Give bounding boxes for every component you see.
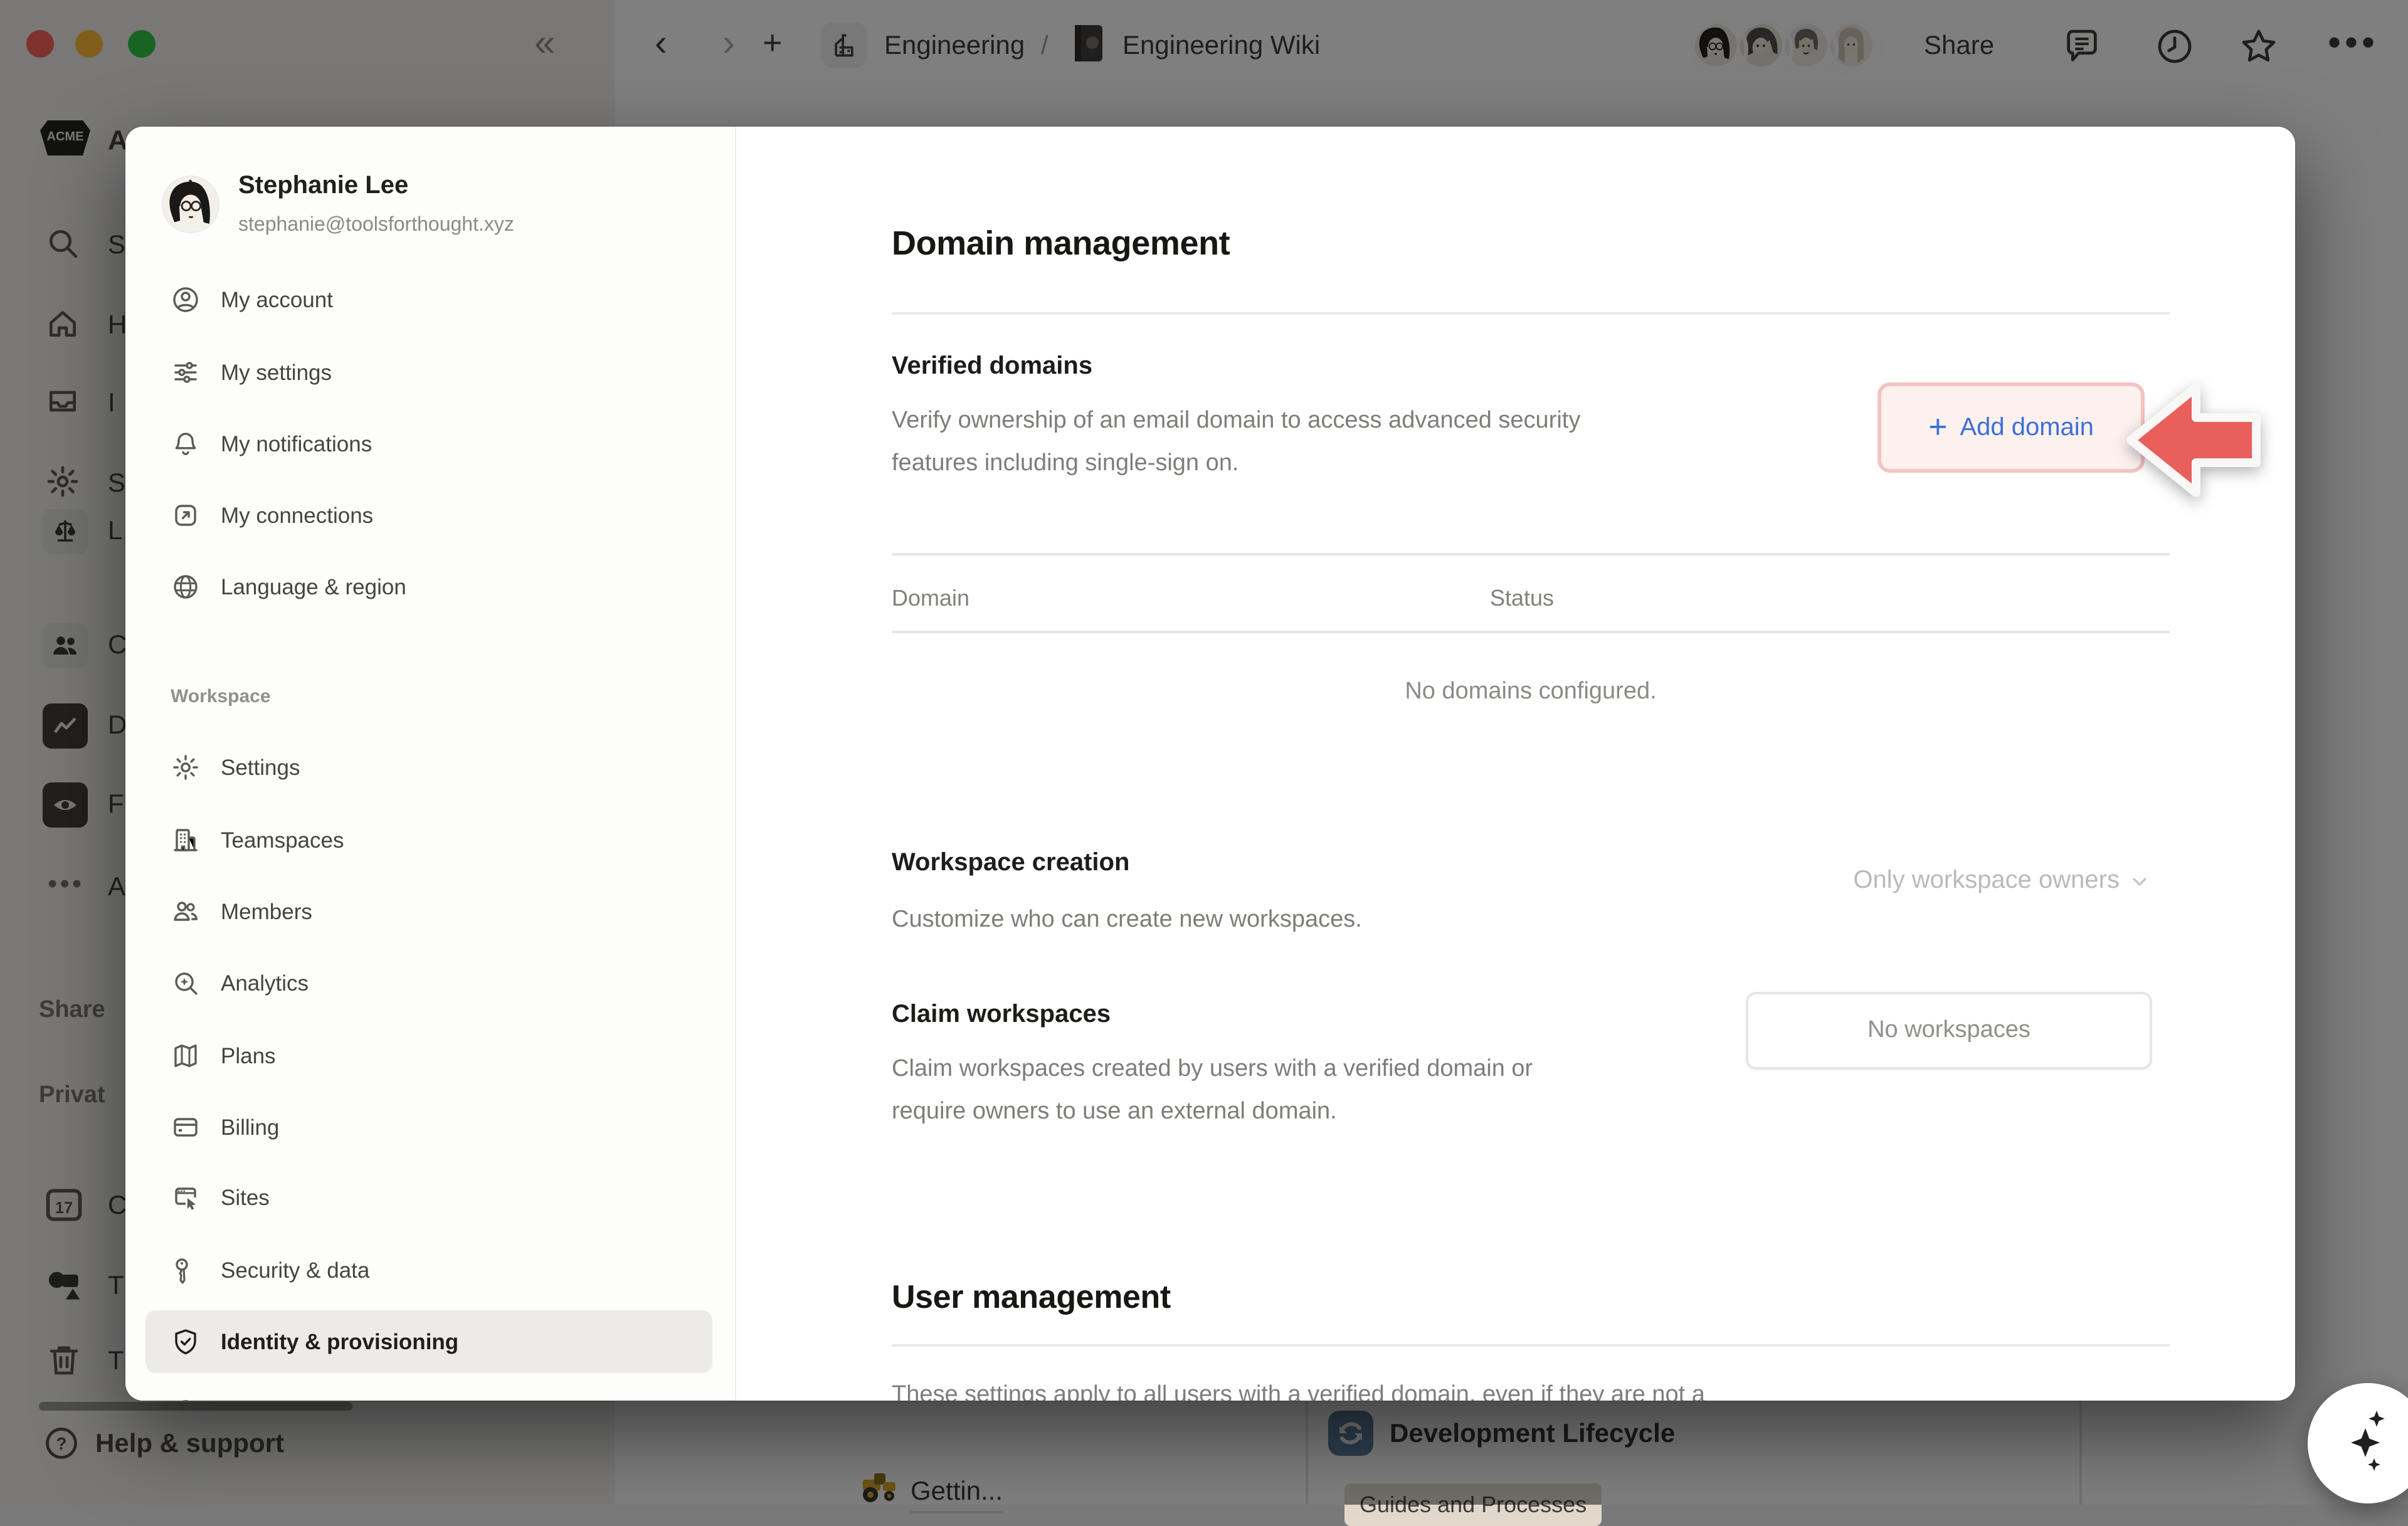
empty-table-message: No domains configured. — [892, 678, 2170, 706]
sparkle-icon — [2335, 1408, 2400, 1478]
globe-icon — [171, 572, 201, 602]
dropdown-value: Only workspace owners — [1853, 866, 2120, 895]
user-name: Stephanie Lee — [238, 172, 408, 201]
settings-nav-content-search[interactable]: Content search — [145, 1381, 712, 1401]
credit-card-icon — [171, 1112, 201, 1142]
shield-check-icon — [171, 1327, 201, 1357]
nav-label: Members — [221, 898, 312, 925]
settings-nav-my-account[interactable]: My account — [145, 268, 712, 331]
settings-nav-analytics[interactable]: Analytics — [145, 952, 712, 1014]
plus-icon: + — [1928, 407, 1947, 446]
domain-management-panel: Domain management Verified domains Verif… — [735, 127, 2295, 1401]
settings-nav-identity-provisioning[interactable]: Identity & provisioning — [145, 1310, 712, 1373]
map-icon — [171, 1041, 201, 1071]
building-icon — [171, 825, 201, 855]
workspace-creation-dropdown[interactable]: Only workspace owners — [1853, 866, 2150, 895]
nav-label: Security & data — [221, 1257, 369, 1283]
no-workspaces-label: No workspaces — [1867, 1017, 2030, 1045]
workspace-creation-description: Customize who can create new workspaces. — [892, 899, 1362, 942]
nav-label: Content search — [221, 1399, 369, 1401]
claim-workspaces-description: Claim workspaces created by users with a… — [892, 1048, 1600, 1134]
settings-sidebar: Stephanie Lee stephanie@toolsforthought.… — [125, 127, 736, 1401]
circle-icon — [171, 1397, 201, 1401]
browser-cursor-icon — [171, 1182, 201, 1213]
nav-label: My connections — [221, 502, 373, 529]
analytics-icon — [171, 968, 201, 998]
settings-nav-my-notifications[interactable]: My notifications — [145, 413, 712, 475]
members-icon — [171, 897, 201, 927]
bell-icon — [171, 429, 201, 459]
sliders-icon — [171, 357, 201, 387]
nav-label: Sites — [221, 1184, 270, 1211]
settings-modal: Stephanie Lee stephanie@toolsforthought.… — [125, 127, 2295, 1401]
screen: « ‹ › + Engineering / Engineering Wiki S… — [0, 0, 2408, 1505]
user-avatar — [163, 177, 218, 232]
add-domain-label: Add domain — [1960, 413, 2094, 442]
settings-nav-teamspaces[interactable]: Teamspaces — [145, 809, 712, 871]
settings-nav-sites[interactable]: Sites — [145, 1166, 712, 1229]
user-management-partial-text: These settings apply to all users with a… — [892, 1377, 2170, 1401]
sidebar-section-workspace: Workspace — [171, 686, 271, 707]
settings-nav-security-data[interactable]: Security & data — [145, 1239, 712, 1302]
nav-label: My notifications — [221, 431, 372, 457]
verified-domains-title: Verified domains — [892, 352, 1092, 381]
nav-label: My settings — [221, 359, 332, 386]
key-icon — [171, 1255, 201, 1285]
annotation-arrow-icon — [2125, 381, 2263, 499]
nav-label: Settings — [221, 754, 300, 781]
settings-nav-language-region[interactable]: Language & region — [145, 555, 712, 618]
chevron-down-icon — [2130, 871, 2150, 891]
nav-label: Plans — [221, 1043, 276, 1069]
person-circle-icon — [171, 285, 201, 315]
workspace-creation-title: Workspace creation — [892, 849, 1129, 878]
nav-label: Identity & provisioning — [221, 1329, 458, 1355]
nav-label: Teamspaces — [221, 827, 344, 853]
user-email: stephanie@toolsforthought.xyz — [238, 214, 514, 237]
verified-domains-description: Verify ownership of an email domain to a… — [892, 400, 1663, 485]
user-management-title: User management — [892, 1278, 1171, 1317]
no-workspaces-button[interactable]: No workspaces — [1746, 992, 2152, 1070]
settings-nav-billing[interactable]: Billing — [145, 1096, 712, 1159]
table-header-status: Status — [1490, 586, 1554, 612]
nav-label: My account — [221, 287, 333, 313]
nav-label: Analytics — [221, 970, 309, 996]
add-domain-button[interactable]: + Add domain — [1877, 382, 2145, 473]
settings-nav-plans[interactable]: Plans — [145, 1024, 712, 1087]
nav-label: Billing — [221, 1114, 279, 1140]
arrow-out-box-icon — [171, 500, 201, 530]
settings-nav-members[interactable]: Members — [145, 880, 712, 943]
page-title: Domain management — [892, 224, 1230, 263]
claim-workspaces-title: Claim workspaces — [892, 1001, 1111, 1029]
gear-icon — [171, 752, 201, 782]
settings-nav-my-connections[interactable]: My connections — [145, 484, 712, 547]
nav-label: Language & region — [221, 574, 406, 600]
settings-nav-settings[interactable]: Settings — [145, 736, 712, 799]
table-header-domain: Domain — [892, 586, 969, 612]
settings-nav-my-settings[interactable]: My settings — [145, 341, 712, 404]
